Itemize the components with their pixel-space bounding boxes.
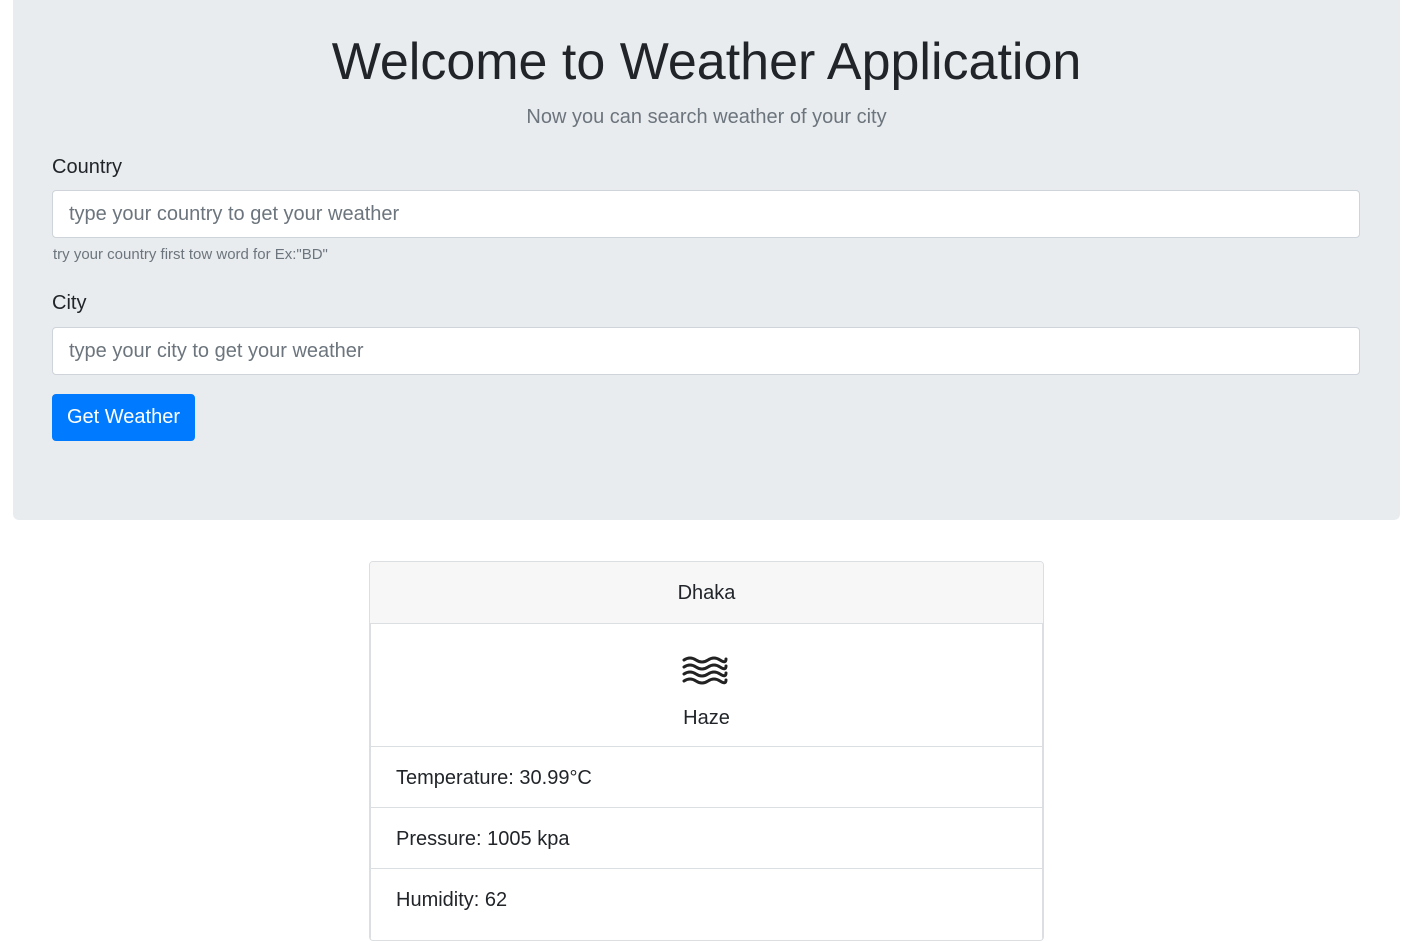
page-title: Welcome to Weather Application [331,33,1082,91]
weather-result-card: Dhaka Haze Temperature: 30.99°C Pressure… [369,561,1044,941]
page-subtitle: Now you can search weather of your city [526,106,887,128]
country-help-text: try your country first tow word for Ex:"… [53,246,328,263]
country-input[interactable] [52,190,1360,238]
temperature-item: Temperature: 30.99°C [371,747,1042,808]
weather-details: Haze Temperature: 30.99°C Pressure: 1005… [370,624,1043,940]
city-label: City [52,292,87,314]
get-weather-button[interactable]: Get Weather [52,394,195,441]
country-label: Country [52,156,123,178]
city-name: Dhaka [370,562,1043,624]
weather-summary: Haze [371,624,1042,747]
haze-icon [682,656,728,685]
city-input[interactable] [52,327,1360,375]
weather-search-panel: Welcome to Weather Application Now you c… [13,0,1400,520]
weather-description: Haze [683,707,730,729]
humidity-item: Humidity: 62 [396,889,508,911]
pressure-item: Pressure: 1005 kpa [371,808,1042,869]
